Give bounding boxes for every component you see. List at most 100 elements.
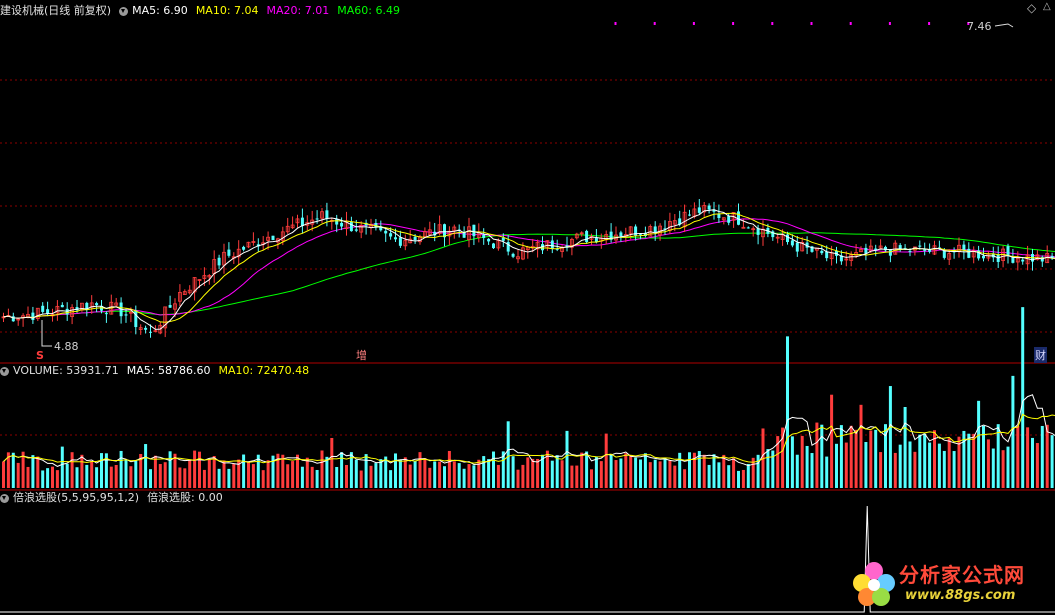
volume-bars — [2, 307, 1054, 488]
volume-bar — [643, 453, 647, 488]
candle-body — [104, 313, 108, 315]
volume-bar — [227, 468, 231, 488]
volume-bar — [242, 454, 246, 488]
price-title: 建设机械(日线 前复权) — [0, 4, 112, 17]
volume-bar — [114, 464, 118, 488]
dropdown-icon[interactable] — [0, 366, 9, 376]
volume-bar — [800, 435, 804, 488]
candle-body — [340, 222, 344, 227]
volume-bar — [403, 457, 407, 488]
volume-bar — [472, 465, 476, 488]
volume-bar — [521, 464, 525, 488]
volume-bar — [712, 454, 716, 488]
signal-dot — [614, 22, 617, 25]
volume-bar — [1040, 425, 1044, 488]
candle-body — [923, 249, 927, 251]
volume-bar — [727, 465, 731, 488]
candle-body — [888, 249, 892, 256]
candle-body — [124, 314, 128, 316]
volume-bar — [75, 467, 79, 488]
signal-dot — [732, 22, 735, 25]
candle-body — [820, 250, 824, 254]
volume-bar — [732, 458, 736, 488]
volume-bar — [849, 425, 853, 488]
volume-bar — [893, 452, 897, 488]
volume-bar — [443, 466, 446, 488]
dropdown-icon[interactable] — [0, 493, 9, 503]
candle-body — [472, 224, 476, 237]
candle-body — [786, 234, 789, 243]
ma10-path — [3, 212, 1055, 323]
volume-bar — [193, 450, 197, 488]
candle-body — [511, 253, 515, 257]
volume-bar — [678, 452, 682, 488]
volume-bar — [648, 462, 652, 488]
candle-body — [942, 250, 946, 258]
volume-bar — [398, 459, 402, 488]
volume-bar — [364, 454, 368, 488]
signal-dot — [692, 22, 695, 25]
volume-bar — [673, 465, 677, 488]
ma5-line — [3, 209, 1055, 330]
candle-body — [41, 305, 45, 312]
volume-bar — [864, 442, 868, 488]
candle-body — [95, 303, 99, 306]
volume-bar — [942, 450, 946, 488]
volume-bar — [536, 458, 540, 488]
volume-bar — [565, 430, 569, 488]
volume-bar — [825, 456, 829, 488]
candle-body — [242, 246, 246, 250]
volume-bar — [149, 469, 152, 488]
candle-body — [398, 237, 402, 246]
ma60-path — [3, 232, 1055, 319]
volume-bar — [653, 459, 657, 488]
candle-body — [325, 210, 329, 219]
volume-bar — [1026, 427, 1030, 488]
volume-bar — [168, 451, 172, 488]
candle-body — [864, 247, 868, 254]
flower-icon — [853, 562, 895, 606]
volume-bar — [433, 461, 437, 488]
volume-bar — [212, 455, 216, 488]
volume-bar — [1016, 425, 1020, 488]
volume-bar — [585, 451, 589, 488]
volume-bar — [683, 469, 687, 488]
volume-bar — [854, 429, 858, 488]
candle-body — [688, 214, 691, 216]
volume-bar — [447, 450, 451, 488]
volume-bar — [21, 451, 25, 488]
volume-bar — [923, 433, 927, 488]
volume-bar — [31, 455, 35, 488]
volume-header: VOLUME: 53931.71 MA5: 58786.60 MA10: 724… — [0, 362, 309, 380]
volume-bar — [888, 386, 892, 488]
volume-bar — [310, 466, 314, 488]
candle-body — [168, 305, 172, 308]
volume-bar — [1006, 446, 1010, 488]
volume-bar — [266, 460, 270, 488]
volume-bar — [756, 454, 760, 488]
volume-bar — [874, 429, 878, 488]
candle-body — [585, 230, 589, 243]
volume-bar — [913, 451, 917, 488]
volume-bar — [805, 445, 809, 488]
volume-bar — [496, 464, 500, 488]
volume-bar — [570, 465, 574, 488]
volume-bar — [286, 464, 290, 488]
volume-bar — [251, 464, 255, 488]
candle-body — [795, 242, 799, 252]
candle-body — [1021, 259, 1025, 262]
candlesticks — [1, 199, 1054, 338]
candle-body — [134, 310, 138, 328]
logo-text: 分析家公式网 — [899, 563, 1025, 587]
volume-bar — [408, 464, 412, 488]
volume-bar — [1031, 437, 1034, 488]
volume-bar — [707, 464, 711, 488]
diamond-icon[interactable]: ◇ — [1027, 1, 1036, 15]
volume-bar — [247, 462, 250, 488]
volume-bar — [374, 463, 378, 488]
volume-bar — [394, 453, 397, 488]
volume-bar — [134, 460, 138, 488]
dropdown-icon[interactable] — [119, 6, 129, 16]
volume-bar — [2, 461, 5, 488]
up-triangle-icon[interactable]: △ — [1043, 1, 1051, 12]
